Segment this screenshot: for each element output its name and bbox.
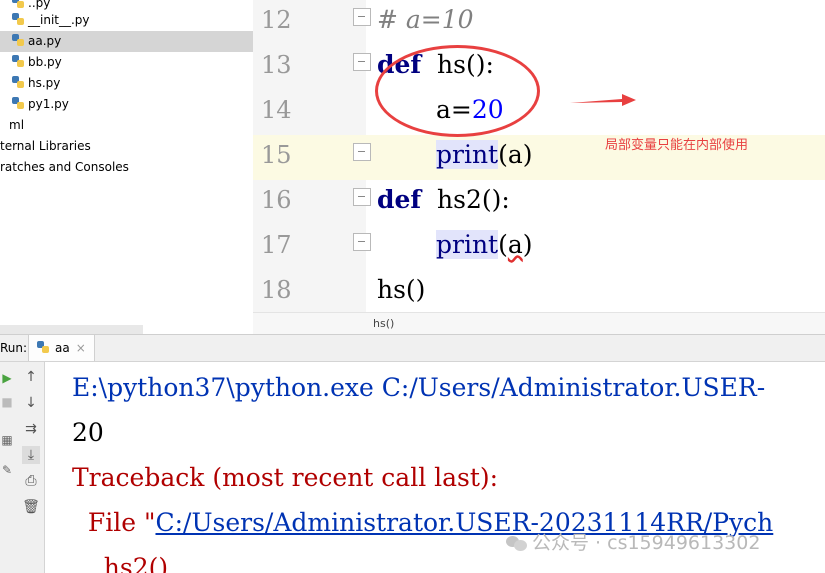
tree-item-label: aa.py — [28, 34, 62, 48]
breadcrumb[interactable]: hs() — [373, 317, 394, 330]
print-icon[interactable]: ⎙ — [22, 472, 40, 490]
tree-horizontal-scrollbar[interactable] — [0, 325, 143, 334]
stop-icon[interactable]: ■ — [0, 394, 14, 410]
fold-marker-icon[interactable] — [353, 8, 371, 32]
annotation-ellipse — [375, 45, 540, 137]
tree-item-label: hs.py — [28, 76, 61, 90]
code-editor[interactable]: 12 # a=10 13 def hs(): 14 a=20 15 print(… — [253, 0, 825, 312]
line-number: 16 — [261, 186, 292, 214]
console-line-command: E:\python37\python.exe C:/Users/Administ… — [72, 373, 766, 402]
console-line-traceback: Traceback (most recent call last): — [72, 463, 499, 492]
console-line-call: hs2() — [72, 553, 169, 573]
tree-item-external-libraries[interactable]: ternal Libraries — [0, 136, 91, 157]
run-tab-label: aa — [55, 341, 70, 355]
trash-icon[interactable]: 🗑 — [22, 498, 40, 516]
tree-item-init-py[interactable]: __init__.py — [12, 10, 90, 31]
tree-item-py1-py[interactable]: py1.py — [12, 94, 69, 115]
line-number: 13 — [261, 51, 292, 79]
fold-marker-icon[interactable] — [353, 233, 371, 257]
python-file-icon — [12, 13, 24, 25]
annotation-arrow-icon — [570, 94, 636, 106]
wechat-logo-icon — [506, 534, 528, 552]
tree-item-ml[interactable]: ml — [9, 115, 24, 136]
python-file-icon — [12, 55, 24, 67]
call-token: hs() — [377, 275, 426, 304]
run-panel-header: Run: aa × — [0, 335, 825, 362]
python-file-icon — [12, 97, 24, 109]
code-line-12[interactable]: 12 # a=10 — [253, 0, 825, 45]
fold-marker-icon[interactable] — [353, 143, 371, 167]
unresolved-reference-token: a — [507, 230, 523, 259]
line-number: 14 — [261, 96, 292, 124]
code-text: hs() — [377, 275, 425, 304]
tree-item-label: bb.py — [28, 55, 62, 69]
code-text: def hs2(): — [377, 185, 510, 214]
code-line-17[interactable]: 17 print(a) — [253, 225, 825, 270]
python-run-icon — [37, 341, 49, 353]
python-file-icon — [12, 0, 24, 8]
tree-item-label: ternal Libraries — [0, 139, 91, 153]
line-number: 12 — [261, 6, 292, 34]
editor-breadcrumb-bar: hs() — [253, 312, 825, 335]
comment-token: # a=10 — [377, 5, 474, 34]
tree-item-label: py1.py — [28, 97, 69, 111]
code-line-18[interactable]: 18 hs() — [253, 270, 825, 312]
annotation-note: 局部变量只能在内部使用 — [605, 138, 749, 153]
code-line-16[interactable]: 16 def hs2(): — [253, 180, 825, 225]
paren-token: ) — [522, 230, 533, 259]
close-icon[interactable]: × — [76, 341, 86, 355]
tree-item-hs-py[interactable]: hs.py — [12, 73, 60, 94]
python-file-icon — [12, 34, 24, 46]
tree-item-aa-py[interactable]: aa.py — [0, 31, 253, 52]
python-file-icon — [12, 76, 24, 88]
scroll-to-end-icon[interactable]: ⤓ — [22, 446, 40, 464]
args-token: (a) — [498, 140, 533, 169]
punct-token: (): — [481, 185, 510, 214]
function-name-token: hs2 — [421, 185, 482, 214]
keyword-token: def — [377, 185, 422, 214]
tree-item-label: ml — [9, 118, 25, 132]
tree-item-scratches[interactable]: ratches and Consoles — [0, 157, 129, 178]
line-number: 15 — [261, 141, 292, 169]
builtin-token: print — [436, 230, 499, 259]
code-text: # a=10 — [377, 5, 474, 34]
code-text: print(a) — [436, 230, 533, 259]
tree-item-label: __init__.py — [28, 13, 90, 27]
paren-token: ( — [498, 230, 508, 259]
pin-icon[interactable]: ✎ — [0, 462, 14, 478]
console-file-prefix: File " — [72, 508, 156, 537]
soft-wrap-icon[interactable]: ⇉ — [22, 420, 40, 438]
project-tree-panel: ..py __init__.py aa.py bb.py hs.py py1.p… — [0, 0, 254, 325]
fold-marker-icon[interactable] — [353, 188, 371, 212]
rerun-icon[interactable]: ▶ — [0, 370, 14, 386]
code-text: print(a) — [436, 140, 533, 169]
tree-item-bb-py[interactable]: bb.py — [12, 52, 62, 73]
layout-icon[interactable]: ▦ — [0, 432, 14, 448]
run-tool-toolbar: ↑ ↓ ⇉ ⤓ ⎙ 🗑 — [18, 362, 45, 573]
tree-item-label: ..py — [28, 0, 51, 10]
watermark: 公众号 · cs1594961330​2 — [506, 528, 760, 555]
line-number: 18 — [261, 276, 292, 304]
scroll-down-icon[interactable]: ↓ — [22, 394, 40, 412]
builtin-token: print — [436, 140, 499, 169]
scroll-up-icon[interactable]: ↑ — [22, 368, 40, 386]
watermark-text: 公众号 · cs1594961330​2 — [532, 532, 761, 554]
run-left-toolbar: ▶ ■ ▦ ✎ — [0, 362, 18, 573]
run-tab-aa[interactable]: aa × — [28, 335, 95, 361]
run-label: Run: — [0, 341, 28, 355]
line-number: 17 — [261, 231, 292, 259]
tree-item-label: ratches and Consoles — [0, 160, 129, 174]
console-line-output: 20 — [72, 418, 104, 447]
fold-marker-icon[interactable] — [353, 53, 371, 77]
